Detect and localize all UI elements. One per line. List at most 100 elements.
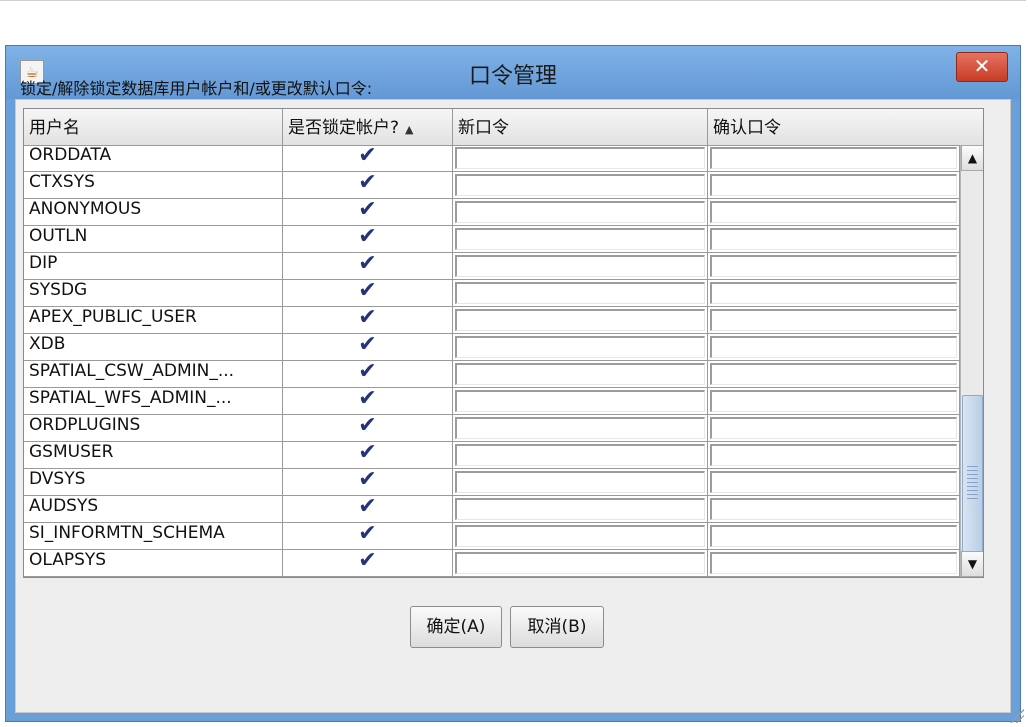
new-password-cell bbox=[453, 550, 708, 577]
confirm-password-field[interactable] bbox=[710, 390, 957, 412]
table-row[interactable]: GSMUSER ✔ bbox=[24, 442, 960, 469]
new-password-field[interactable] bbox=[455, 525, 705, 547]
new-password-cell bbox=[453, 307, 708, 334]
table-row[interactable]: XDB ✔ bbox=[24, 334, 960, 361]
new-password-field[interactable] bbox=[455, 201, 705, 223]
lock-account-checkbox[interactable]: ✔ bbox=[283, 361, 453, 388]
confirm-password-field[interactable] bbox=[710, 201, 957, 223]
column-header-confirm-password[interactable]: 确认口令 bbox=[708, 109, 983, 145]
new-password-field[interactable] bbox=[455, 336, 705, 358]
new-password-field[interactable] bbox=[455, 255, 705, 277]
column-header-lock-account[interactable]: 是否锁定帐户? ▲ bbox=[283, 109, 453, 145]
username-cell: AUDSYS bbox=[24, 496, 283, 523]
cancel-button[interactable]: 取消(B) bbox=[510, 606, 604, 648]
table-row[interactable]: CTXSYS ✔ bbox=[24, 172, 960, 199]
scroll-down-icon[interactable]: ▼ bbox=[961, 551, 983, 577]
new-password-field[interactable] bbox=[455, 282, 705, 304]
confirm-password-field[interactable] bbox=[710, 471, 957, 493]
lock-account-checkbox[interactable]: ✔ bbox=[283, 226, 453, 253]
confirm-password-field[interactable] bbox=[710, 336, 957, 358]
column-header-new-password[interactable]: 新口令 bbox=[453, 109, 708, 145]
checkmark-icon: ✔ bbox=[358, 467, 377, 492]
table-row[interactable]: SPATIAL_CSW_ADMIN_... ✔ bbox=[24, 361, 960, 388]
confirm-password-field[interactable] bbox=[710, 147, 957, 169]
checkmark-icon: ✔ bbox=[358, 224, 377, 249]
confirm-password-field[interactable] bbox=[710, 228, 957, 250]
checkmark-icon: ✔ bbox=[358, 440, 377, 465]
table-row[interactable]: SYSDG ✔ bbox=[24, 280, 960, 307]
new-password-field[interactable] bbox=[455, 471, 705, 493]
table-row[interactable]: DVSYS ✔ bbox=[24, 469, 960, 496]
table-row[interactable]: OLAPSYS ✔ bbox=[24, 550, 960, 577]
new-password-cell bbox=[453, 496, 708, 523]
lock-account-checkbox[interactable]: ✔ bbox=[283, 550, 453, 577]
confirm-password-field[interactable] bbox=[710, 282, 957, 304]
confirm-password-field[interactable] bbox=[710, 363, 957, 385]
checkmark-icon: ✔ bbox=[358, 332, 377, 357]
new-password-cell bbox=[453, 199, 708, 226]
outer-frame-line bbox=[0, 0, 1026, 1]
username-cell: SPATIAL_WFS_ADMIN_... bbox=[24, 388, 283, 415]
lock-account-checkbox[interactable]: ✔ bbox=[283, 280, 453, 307]
username-cell: GSMUSER bbox=[24, 442, 283, 469]
resize-grip-icon[interactable] bbox=[1010, 709, 1024, 723]
new-password-cell bbox=[453, 253, 708, 280]
confirm-password-field[interactable] bbox=[710, 174, 957, 196]
confirm-password-field[interactable] bbox=[710, 444, 957, 466]
checkmark-icon: ✔ bbox=[358, 494, 377, 519]
scroll-up-icon[interactable]: ▲ bbox=[961, 145, 983, 171]
new-password-field[interactable] bbox=[455, 228, 705, 250]
confirm-password-field[interactable] bbox=[710, 417, 957, 439]
confirm-password-cell bbox=[708, 253, 960, 280]
lock-account-checkbox[interactable]: ✔ bbox=[283, 307, 453, 334]
confirm-password-field[interactable] bbox=[710, 498, 957, 520]
confirm-password-field[interactable] bbox=[710, 309, 957, 331]
lock-account-checkbox[interactable]: ✔ bbox=[283, 469, 453, 496]
confirm-password-cell bbox=[708, 226, 960, 253]
confirm-password-field[interactable] bbox=[710, 525, 957, 547]
new-password-cell bbox=[453, 145, 708, 172]
lock-account-checkbox[interactable]: ✔ bbox=[283, 334, 453, 361]
close-button[interactable]: ✕ bbox=[956, 52, 1008, 82]
username-cell: SPATIAL_CSW_ADMIN_... bbox=[24, 361, 283, 388]
table-row[interactable]: SPATIAL_WFS_ADMIN_... ✔ bbox=[24, 388, 960, 415]
lock-account-checkbox[interactable]: ✔ bbox=[283, 442, 453, 469]
ok-button[interactable]: 确定(A) bbox=[410, 606, 502, 648]
table-row[interactable]: ORDDATA ✔ bbox=[24, 145, 960, 172]
table-row[interactable]: ORDPLUGINS ✔ bbox=[24, 415, 960, 442]
new-password-cell bbox=[453, 442, 708, 469]
table-row[interactable]: SI_INFORMTN_SCHEMA ✔ bbox=[24, 523, 960, 550]
table-header: 用户名 是否锁定帐户? ▲ 新口令 确认口令 bbox=[24, 109, 983, 146]
lock-account-checkbox[interactable]: ✔ bbox=[283, 415, 453, 442]
confirm-password-field[interactable] bbox=[710, 552, 957, 574]
table-row[interactable]: OUTLN ✔ bbox=[24, 226, 960, 253]
new-password-field[interactable] bbox=[455, 390, 705, 412]
confirm-password-field[interactable] bbox=[710, 255, 957, 277]
new-password-field[interactable] bbox=[455, 174, 705, 196]
table-row[interactable]: AUDSYS ✔ bbox=[24, 496, 960, 523]
new-password-field[interactable] bbox=[455, 147, 705, 169]
new-password-field[interactable] bbox=[455, 498, 705, 520]
new-password-field[interactable] bbox=[455, 444, 705, 466]
grip-icon bbox=[967, 466, 978, 502]
lock-account-checkbox[interactable]: ✔ bbox=[283, 388, 453, 415]
lock-account-checkbox[interactable]: ✔ bbox=[283, 496, 453, 523]
new-password-field[interactable] bbox=[455, 417, 705, 439]
table-row[interactable]: ANONYMOUS ✔ bbox=[24, 199, 960, 226]
lock-account-checkbox[interactable]: ✔ bbox=[283, 145, 453, 172]
confirm-password-cell bbox=[708, 388, 960, 415]
lock-account-checkbox[interactable]: ✔ bbox=[283, 253, 453, 280]
lock-account-checkbox[interactable]: ✔ bbox=[283, 523, 453, 550]
lock-account-checkbox[interactable]: ✔ bbox=[283, 199, 453, 226]
confirm-password-cell bbox=[708, 199, 960, 226]
scroll-track[interactable] bbox=[961, 171, 983, 575]
lock-account-checkbox[interactable]: ✔ bbox=[283, 172, 453, 199]
vertical-scrollbar[interactable]: ▲ ▼ bbox=[960, 145, 983, 577]
table-row[interactable]: DIP ✔ bbox=[24, 253, 960, 280]
new-password-field[interactable] bbox=[455, 309, 705, 331]
column-header-username[interactable]: 用户名 bbox=[24, 109, 283, 145]
table-row[interactable]: APEX_PUBLIC_USER ✔ bbox=[24, 307, 960, 334]
new-password-field[interactable] bbox=[455, 363, 705, 385]
scroll-thumb[interactable] bbox=[962, 395, 983, 575]
new-password-field[interactable] bbox=[455, 552, 705, 574]
